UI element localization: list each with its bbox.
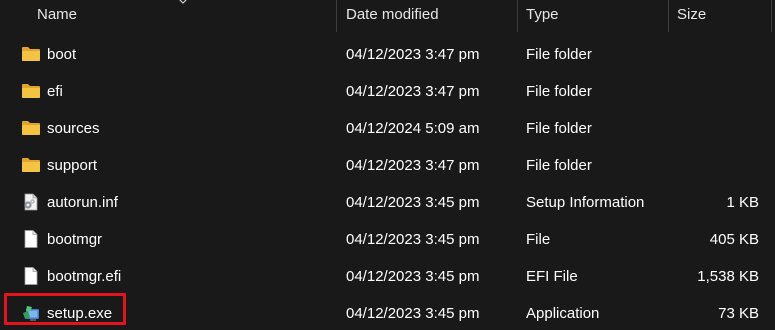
blank-file-icon	[24, 230, 38, 248]
column-divider[interactable]	[668, 0, 669, 32]
folder-icon	[22, 158, 40, 172]
file-date-modified: 04/12/2023 3:47 pm	[346, 46, 480, 63]
file-name: efi	[47, 83, 63, 100]
file-row-boot[interactable]: boot 04/12/2023 3:47 pm File folder	[0, 36, 775, 73]
file-size: 73 KB	[718, 305, 759, 322]
highlight-box	[4, 293, 126, 325]
file-type: File folder	[526, 120, 592, 137]
file-size: 405 KB	[709, 231, 759, 248]
file-row-bootmgr-efi[interactable]: bootmgr.efi 04/12/2023 3:45 pm EFI File …	[0, 258, 775, 295]
file-date-modified: 04/12/2023 3:45 pm	[346, 231, 480, 248]
column-header-name[interactable]: Name	[37, 0, 77, 32]
column-header-row: Name Date modified Type Size	[0, 0, 775, 32]
file-row-bootmgr[interactable]: bootmgr 04/12/2023 3:45 pm File 405 KB	[0, 221, 775, 258]
folder-icon	[22, 47, 40, 61]
column-header-size[interactable]: Size	[677, 0, 706, 32]
file-type: File folder	[526, 46, 592, 63]
blank-file-icon	[24, 267, 38, 285]
file-name: bootmgr	[47, 231, 103, 248]
file-size: 1 KB	[726, 194, 759, 211]
file-date-modified: 04/12/2024 5:09 am	[346, 120, 480, 137]
file-date-modified: 04/12/2023 3:47 pm	[346, 83, 480, 100]
file-date-modified: 04/12/2023 3:47 pm	[346, 157, 480, 174]
column-divider[interactable]	[336, 0, 337, 32]
file-size: 1,538 KB	[697, 268, 759, 285]
column-header-type[interactable]: Type	[526, 0, 559, 32]
file-name: boot	[47, 46, 77, 63]
file-type: Application	[526, 305, 600, 322]
file-date-modified: 04/12/2023 3:45 pm	[346, 194, 480, 211]
file-name: bootmgr.efi	[47, 268, 122, 285]
file-type: Setup Information	[526, 194, 645, 211]
file-row-autorun-inf[interactable]: autorun.inf 04/12/2023 3:45 pm Setup Inf…	[0, 184, 775, 221]
file-row-efi[interactable]: efi 04/12/2023 3:47 pm File folder	[0, 73, 775, 110]
file-type: EFI File	[526, 268, 578, 285]
file-name: support	[47, 157, 98, 174]
file-explorer-list: Name Date modified Type Size boot 04/12/…	[0, 0, 775, 330]
file-row-support[interactable]: support 04/12/2023 3:47 pm File folder	[0, 147, 775, 184]
file-name: autorun.inf	[47, 194, 118, 211]
column-divider[interactable]	[517, 0, 518, 32]
file-list: boot 04/12/2023 3:47 pm File folder efi …	[0, 36, 775, 330]
file-name: sources	[47, 120, 100, 137]
file-type: File folder	[526, 83, 592, 100]
file-date-modified: 04/12/2023 3:45 pm	[346, 305, 480, 322]
column-header-date-modified[interactable]: Date modified	[346, 0, 439, 32]
file-row-sources[interactable]: sources 04/12/2024 5:09 am File folder	[0, 110, 775, 147]
column-divider[interactable]	[771, 0, 772, 32]
folder-icon	[22, 84, 40, 98]
file-date-modified: 04/12/2023 3:45 pm	[346, 268, 480, 285]
setup-info-file-icon	[24, 193, 38, 211]
sort-ascending-icon	[179, 0, 187, 4]
folder-icon	[22, 121, 40, 135]
file-type: File	[526, 231, 551, 248]
file-type: File folder	[526, 157, 592, 174]
